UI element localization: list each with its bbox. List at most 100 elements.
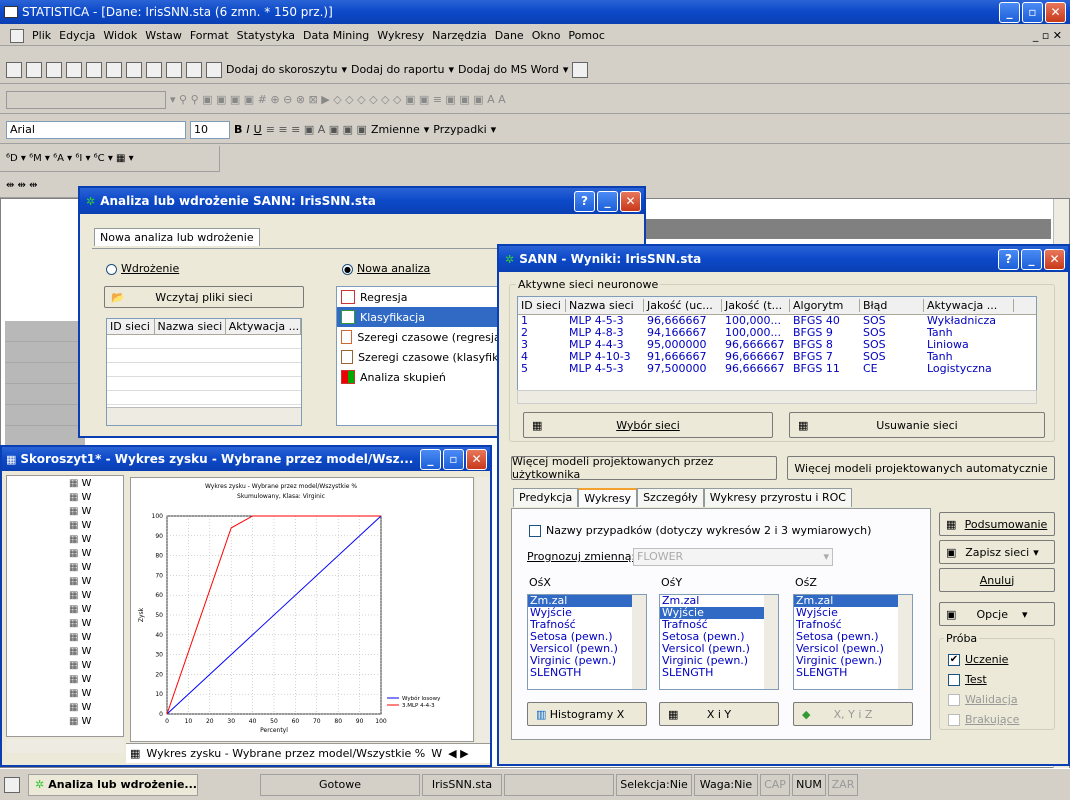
column-header[interactable]: Nazwa sieci: [155, 319, 226, 334]
add-word-button[interactable]: Dodaj do MS Word: [458, 63, 559, 76]
load-networks-button[interactable]: 📂 Wczytaj pliki sieci: [104, 286, 304, 308]
sample-missing-checkbox[interactable]: Brakujące: [948, 713, 1019, 726]
open-icon[interactable]: [26, 61, 42, 78]
help-button[interactable]: ?: [998, 248, 1019, 270]
tree-item[interactable]: ▦ W: [69, 716, 91, 727]
font-size-select[interactable]: 10: [190, 120, 230, 139]
table-row[interactable]: 5 MLP 4-5-3 97,500000 96,666667 BFGS 11 CE Log…: [518, 363, 1036, 375]
axis-list-item[interactable]: SLENGTH: [528, 667, 646, 679]
preview-icon[interactable]: [106, 61, 122, 78]
menu-item[interactable]: Widok: [103, 29, 137, 42]
menu-item[interactable]: Dane: [495, 29, 524, 42]
tab-nav[interactable]: ◀ ▶: [448, 747, 468, 760]
list-scrollbar[interactable]: [898, 595, 912, 689]
restore-button[interactable]: ▫: [1022, 1, 1043, 23]
table-row[interactable]: 3 MLP 4-4-3 95,000000 96,666667 BFGS 8 SOS Lin…: [518, 339, 1036, 351]
help-button[interactable]: ?: [574, 190, 595, 212]
tab-1[interactable]: Wykresy: [578, 488, 638, 507]
close-button[interactable]: ✕: [1045, 1, 1066, 23]
cut-icon[interactable]: [126, 61, 142, 78]
add-workbook-button[interactable]: Dodaj do skoroszytu: [226, 63, 337, 76]
italic-button[interactable]: I: [246, 123, 249, 136]
menu-item[interactable]: Narzędzia: [432, 29, 487, 42]
sample-train-checkbox[interactable]: ✔ Uczenie: [948, 653, 1008, 666]
sample-test-checkbox[interactable]: Test: [948, 673, 987, 686]
xyz-button[interactable]: ◆ X, Y i Z: [793, 702, 913, 726]
analysis-type-item[interactable]: Szeregi czasowe (klasyfika: [337, 347, 505, 367]
tree-item[interactable]: ▦ W: [69, 660, 91, 671]
copy-icon[interactable]: [146, 61, 162, 78]
tree-item[interactable]: ▦ W: [69, 562, 91, 573]
app-small-icon[interactable]: [4, 776, 20, 793]
column-header[interactable]: Aktywacja ...: [226, 319, 301, 334]
table-hscroll[interactable]: [107, 407, 301, 425]
column-header[interactable]: Jakość (t...: [722, 299, 790, 312]
toolbar-combo[interactable]: [6, 90, 166, 109]
list-scrollbar[interactable]: [764, 595, 778, 689]
workbook-tree[interactable]: ▦ W ▦ W ▦ W ▦ W ▦ W ▦ W ▦ W ▦ W ▦ W ▦ W ▦ W ▦ W ▦ W ▦ W ▦ W ▦ W ▦ W ▦ W: [6, 475, 124, 737]
tab-0[interactable]: Predykcja: [513, 488, 579, 507]
tree-item[interactable]: ▦ W: [69, 688, 91, 699]
tree-item[interactable]: ▦ W: [69, 492, 91, 503]
case-names-checkbox[interactable]: Nazwy przypadków (dotyczy wykresów 2 i 3…: [529, 524, 871, 537]
column-header[interactable]: Algorytm: [790, 299, 860, 312]
help-icon[interactable]: [572, 61, 589, 78]
tree-item[interactable]: ▦ W: [69, 506, 91, 517]
summary-button[interactable]: ▦ Podsumowanie: [939, 512, 1055, 536]
tab-new-analysis[interactable]: Nowa analiza lub wdrożenie: [94, 228, 260, 246]
tree-item[interactable]: ▦ W: [69, 604, 91, 615]
tree-item[interactable]: ▦ W: [69, 534, 91, 545]
column-header[interactable]: Aktywacja ...: [924, 299, 1014, 312]
binoculars-icon[interactable]: [206, 61, 222, 78]
save-networks-button[interactable]: ▣ Zapisz sieci ▾: [939, 540, 1055, 564]
axis-list-item[interactable]: SLENGTH: [794, 667, 912, 679]
font-select[interactable]: Arial: [6, 120, 186, 139]
menu-item[interactable]: Data Mining: [303, 29, 369, 42]
tree-item[interactable]: ▦ W: [69, 548, 91, 559]
tab-second[interactable]: W: [431, 747, 442, 760]
analysis-type-item[interactable]: Regresja: [337, 287, 505, 307]
axis-list-item[interactable]: SLENGTH: [660, 667, 778, 679]
tree-item[interactable]: ▦ W: [69, 576, 91, 587]
axis-y-list[interactable]: Zm.zal Wyjście Trafność Setosa (pewn.) Versi…: [659, 594, 779, 690]
tree-item[interactable]: ▦ W: [69, 478, 91, 489]
tree-hscroll[interactable]: [6, 739, 124, 753]
dist-icons[interactable]: ⁶D ▾ ⁶M ▾ ⁶A ▾ ⁶I ▾ ⁶C ▾ ▦ ▾: [6, 153, 134, 164]
analysis-type-item[interactable]: Szeregi czasowe (regresja): [337, 327, 505, 347]
mdi-controls[interactable]: _ ▫ ✕: [1033, 29, 1062, 42]
axis-z-list[interactable]: Zm.zal Wyjście Trafność Setosa (pewn.) Versi…: [793, 594, 913, 690]
restore-button[interactable]: ▫: [443, 448, 464, 470]
cases-button[interactable]: Przypadki: [433, 123, 486, 136]
bold-button[interactable]: B: [234, 123, 242, 136]
tree-item[interactable]: ▦ W: [69, 590, 91, 601]
minimize-button[interactable]: _: [597, 190, 618, 212]
networks-grid[interactable]: ID sieci Nazwa sieci Jakość (uc... Jakość (…: [517, 296, 1037, 402]
select-network-button[interactable]: ▦ Wybór sieci: [523, 412, 773, 438]
column-header[interactable]: Jakość (uc...: [644, 299, 722, 312]
list-scrollbar[interactable]: [632, 595, 646, 689]
menu-item[interactable]: Edycja: [59, 29, 95, 42]
menu-item[interactable]: Wstaw: [145, 29, 182, 42]
undo-icon[interactable]: [186, 61, 202, 78]
vars-button[interactable]: Zmienne: [371, 123, 420, 136]
menu-item[interactable]: Pomoc: [568, 29, 604, 42]
minimize-button[interactable]: _: [420, 448, 441, 470]
histograms-button[interactable]: ▥ Histogramy X: [527, 702, 647, 726]
more-auto-models-button[interactable]: Więcej modeli projektowanych automatyczn…: [787, 456, 1055, 480]
more-user-models-button[interactable]: Więcej modeli projektowanych przez użytk…: [511, 455, 777, 481]
tree-item[interactable]: ▦ W: [69, 520, 91, 531]
column-header[interactable]: Błąd: [860, 299, 924, 312]
close-button[interactable]: ✕: [620, 190, 641, 212]
add-report-button[interactable]: Dodaj do raportu: [351, 63, 444, 76]
close-button[interactable]: ✕: [1044, 248, 1065, 270]
tab-2[interactable]: Szczegóły: [637, 488, 704, 507]
remove-network-button[interactable]: ▦ Usuwanie sieci: [789, 412, 1045, 438]
menu-item[interactable]: Plik: [32, 29, 51, 42]
table-row[interactable]: 4 MLP 4-10-3 91,666667 96,666667 BFGS 7 SOS Ta…: [518, 351, 1036, 363]
networks-table[interactable]: ID sieci Nazwa sieci Aktywacja ...: [106, 318, 302, 426]
column-header[interactable]: ID sieci: [518, 299, 566, 312]
tab-gain-chart[interactable]: Wykres zysku - Wybrane przez model/Wszys…: [146, 747, 425, 760]
chart-vscroll[interactable]: [476, 477, 490, 742]
underline-button[interactable]: U: [254, 123, 262, 136]
pdf-icon[interactable]: [66, 61, 82, 78]
